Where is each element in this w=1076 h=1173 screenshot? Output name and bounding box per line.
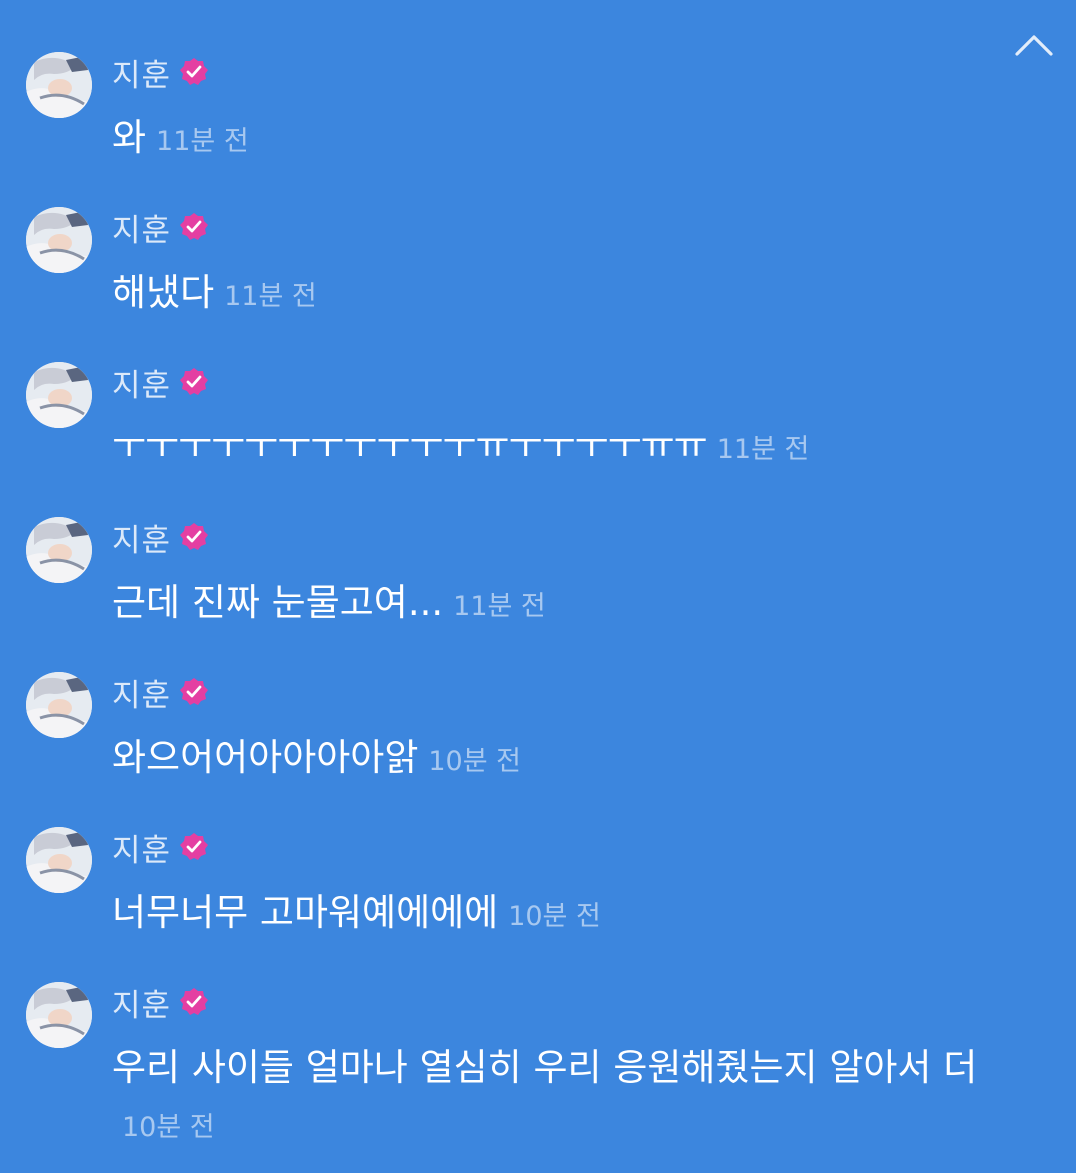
verified-badge-icon [180, 368, 209, 395]
message-text: ㅜㅜㅜㅜㅜㅜㅜㅜㅜㅜㅜㅠㅜㅜㅜㅜㅠㅠ [112, 424, 708, 467]
author-name: 지훈 [112, 987, 172, 1024]
avatar[interactable] [26, 517, 92, 583]
avatar[interactable] [26, 207, 92, 273]
avatar[interactable] [26, 362, 92, 428]
message-text: 와 [112, 116, 147, 159]
verified-badge-icon [180, 58, 209, 85]
author-name: 지훈 [112, 367, 172, 404]
message-timestamp: 10분 전 [122, 1112, 215, 1143]
verified-badge-icon [180, 213, 209, 240]
author-name: 지훈 [112, 57, 172, 94]
message-timestamp: 11분 전 [224, 281, 317, 312]
message-timestamp: 10분 전 [508, 901, 601, 932]
message-timestamp: 11분 전 [453, 591, 546, 622]
verified-badge-icon [180, 678, 209, 705]
verified-badge-icon [180, 523, 209, 550]
message-timestamp: 11분 전 [156, 126, 249, 157]
collapse-button[interactable] [1014, 30, 1054, 60]
avatar[interactable] [26, 982, 92, 1048]
chevron-up-icon [1015, 35, 1053, 56]
message-text: 해냈다 [112, 271, 215, 314]
message-text: 우리 사이들 얼마나 열심히 우리 응원해줬는지 알아서 더 [112, 1046, 978, 1089]
verified-badge-icon [180, 833, 209, 860]
message-text: 와으어어아아아아앍 [112, 736, 419, 779]
message-text: 근데 진짜 눈물고여... [112, 581, 444, 624]
author-name: 지훈 [112, 212, 172, 249]
author-name: 지훈 [112, 522, 172, 559]
avatar[interactable] [26, 52, 92, 118]
avatar[interactable] [26, 827, 92, 893]
message-text: 너무너무 고마워예에에에 [112, 891, 499, 934]
author-name: 지훈 [112, 677, 172, 714]
author-name: 지훈 [112, 832, 172, 869]
verified-badge-icon [180, 988, 209, 1015]
message-timestamp: 10분 전 [428, 746, 521, 777]
message-timestamp: 11분 전 [716, 434, 810, 465]
avatar[interactable] [26, 672, 92, 738]
